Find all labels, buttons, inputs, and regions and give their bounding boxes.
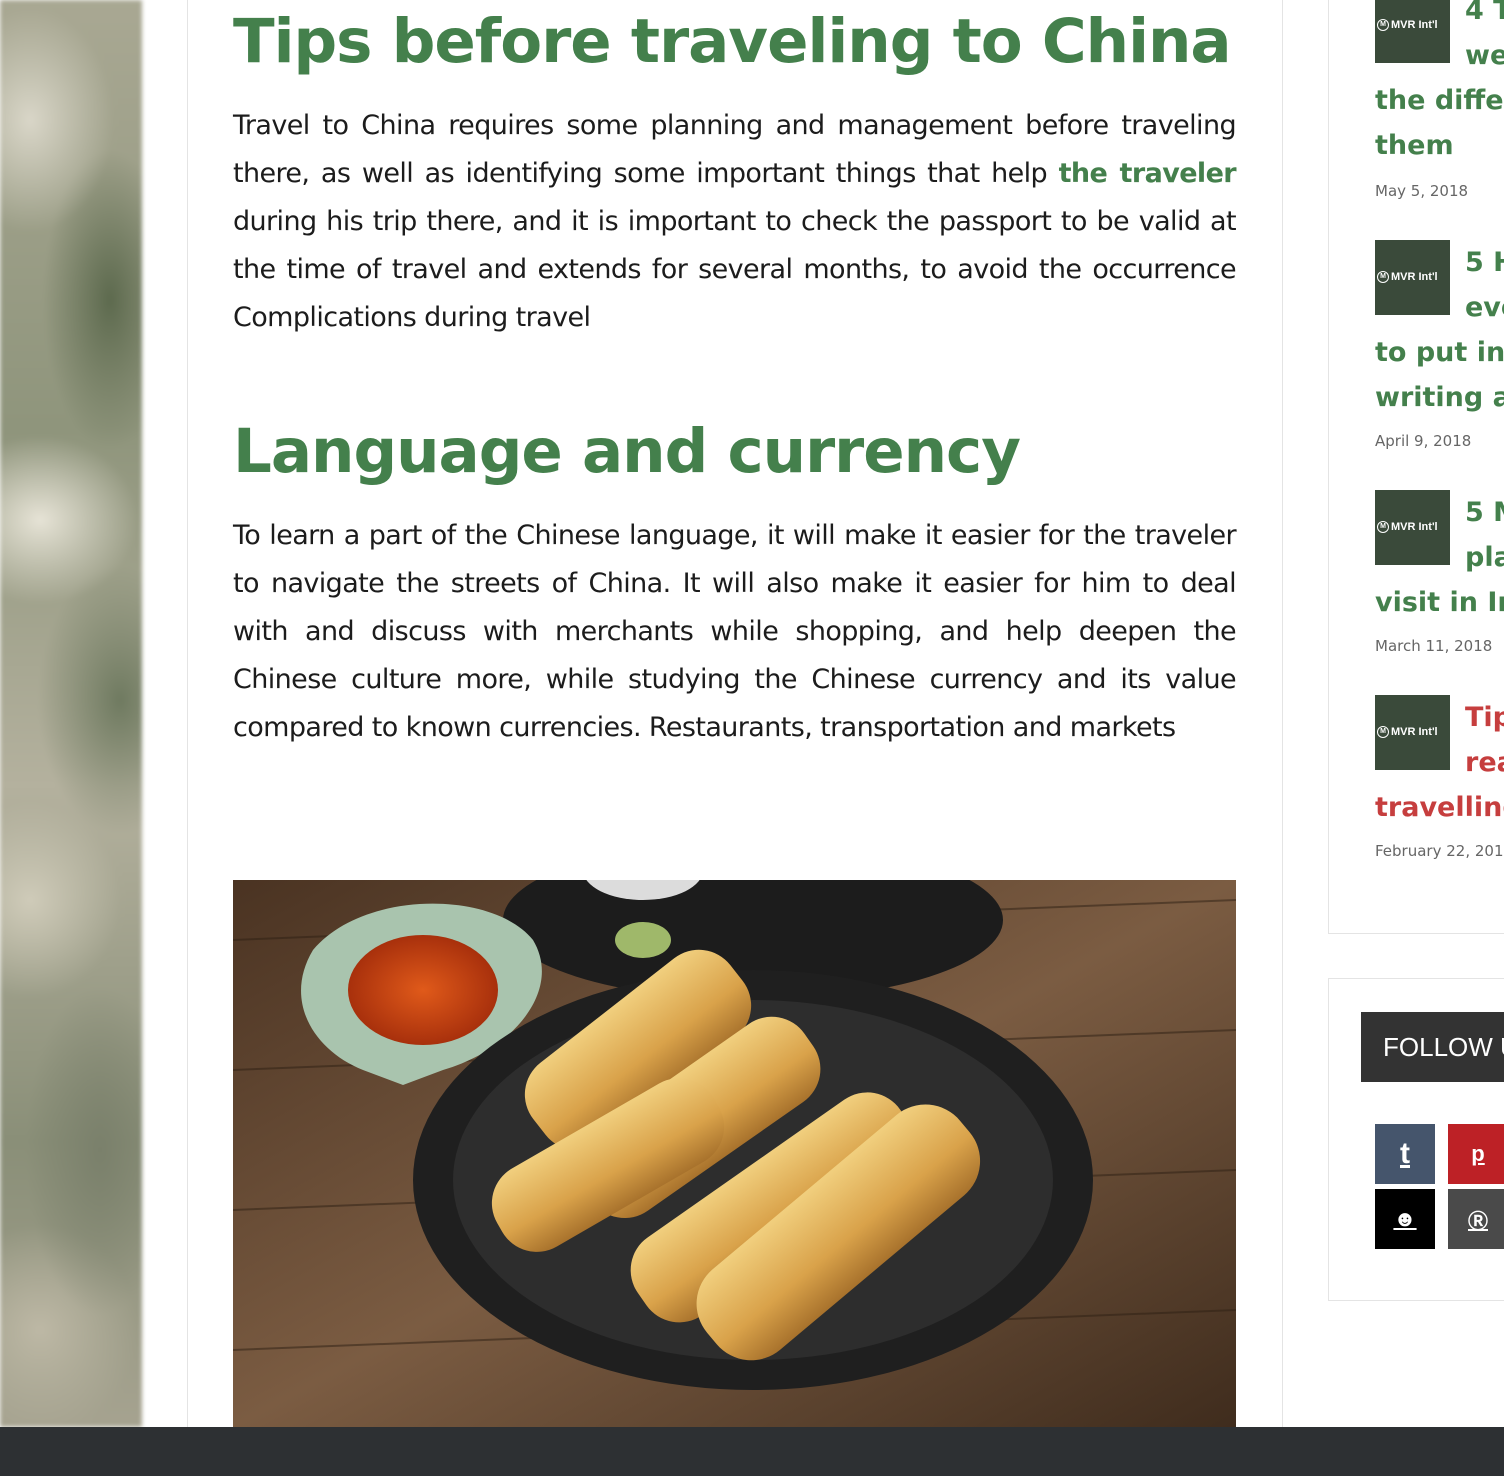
post-title-line[interactable]: 4 T: [1465, 0, 1504, 33]
post-title-line[interactable]: to put in: [1375, 330, 1504, 375]
post-date: March 11, 2018: [1375, 637, 1493, 655]
post-title-line[interactable]: them: [1375, 123, 1454, 168]
wordpress-icon[interactable]: Ⓡ: [1448, 1189, 1504, 1249]
traveler-link[interactable]: the traveler: [1059, 158, 1237, 189]
recent-posts-widget: M MVR Int'l 4 T we the differ them May 5,…: [1328, 0, 1504, 934]
follow-us-heading: FOLLOW U: [1361, 1012, 1504, 1082]
post-title-line[interactable]: we: [1465, 33, 1504, 78]
post-date: May 5, 2018: [1375, 182, 1469, 200]
pinterest-icon[interactable]: p: [1448, 1124, 1504, 1184]
section-paragraph-language: To learn a part of the Chinese language,…: [233, 520, 1237, 743]
mvr-logo: M MVR Int'l: [1377, 16, 1448, 34]
post-title-line[interactable]: rea: [1465, 740, 1504, 785]
mvr-logo: M MVR Int'l: [1377, 518, 1448, 536]
mvr-logo: M MVR Int'l: [1377, 268, 1448, 286]
post-title-line[interactable]: the differ: [1375, 78, 1504, 123]
background-image: [0, 0, 142, 1427]
post-thumbnail[interactable]: M MVR Int'l: [1375, 0, 1450, 63]
post-title-line[interactable]: pla: [1465, 535, 1504, 580]
tumblr-icon[interactable]: t: [1375, 1124, 1435, 1184]
post-title-line[interactable]: eve: [1465, 285, 1504, 330]
footer-bar: [0, 1427, 1504, 1476]
flickr-icon[interactable]: ☻: [1375, 1189, 1435, 1249]
mvr-logo: M MVR Int'l: [1377, 723, 1448, 741]
post-title-line[interactable]: Tip: [1465, 695, 1504, 740]
spring-rolls-illustration: [233, 880, 1236, 1427]
post-date: February 22, 2018: [1375, 842, 1504, 860]
section-title-language: Language and currency: [233, 416, 1021, 487]
post-title-line[interactable]: travelling: [1375, 785, 1504, 830]
post-title-line[interactable]: 5 H: [1465, 240, 1504, 285]
spring-rolls-photo: [233, 880, 1236, 1427]
paragraph-text: during his trip there, and it is importa…: [233, 206, 1237, 333]
post-date: April 9, 2018: [1375, 432, 1472, 450]
post-title-line[interactable]: writing ar: [1375, 375, 1504, 420]
post-thumbnail[interactable]: M MVR Int'l: [1375, 695, 1450, 770]
post-title-line[interactable]: visit in In: [1375, 580, 1504, 625]
post-thumbnail[interactable]: M MVR Int'l: [1375, 490, 1450, 565]
section-paragraph-tips: Travel to China requires some planning a…: [233, 102, 1237, 342]
follow-us-widget: FOLLOW U t p ☻ Ⓡ: [1328, 978, 1504, 1301]
post-title-line[interactable]: 5 M: [1465, 490, 1504, 535]
section-title-tips: Tips before traveling to China: [233, 6, 1232, 77]
post-thumbnail[interactable]: M MVR Int'l: [1375, 240, 1450, 315]
